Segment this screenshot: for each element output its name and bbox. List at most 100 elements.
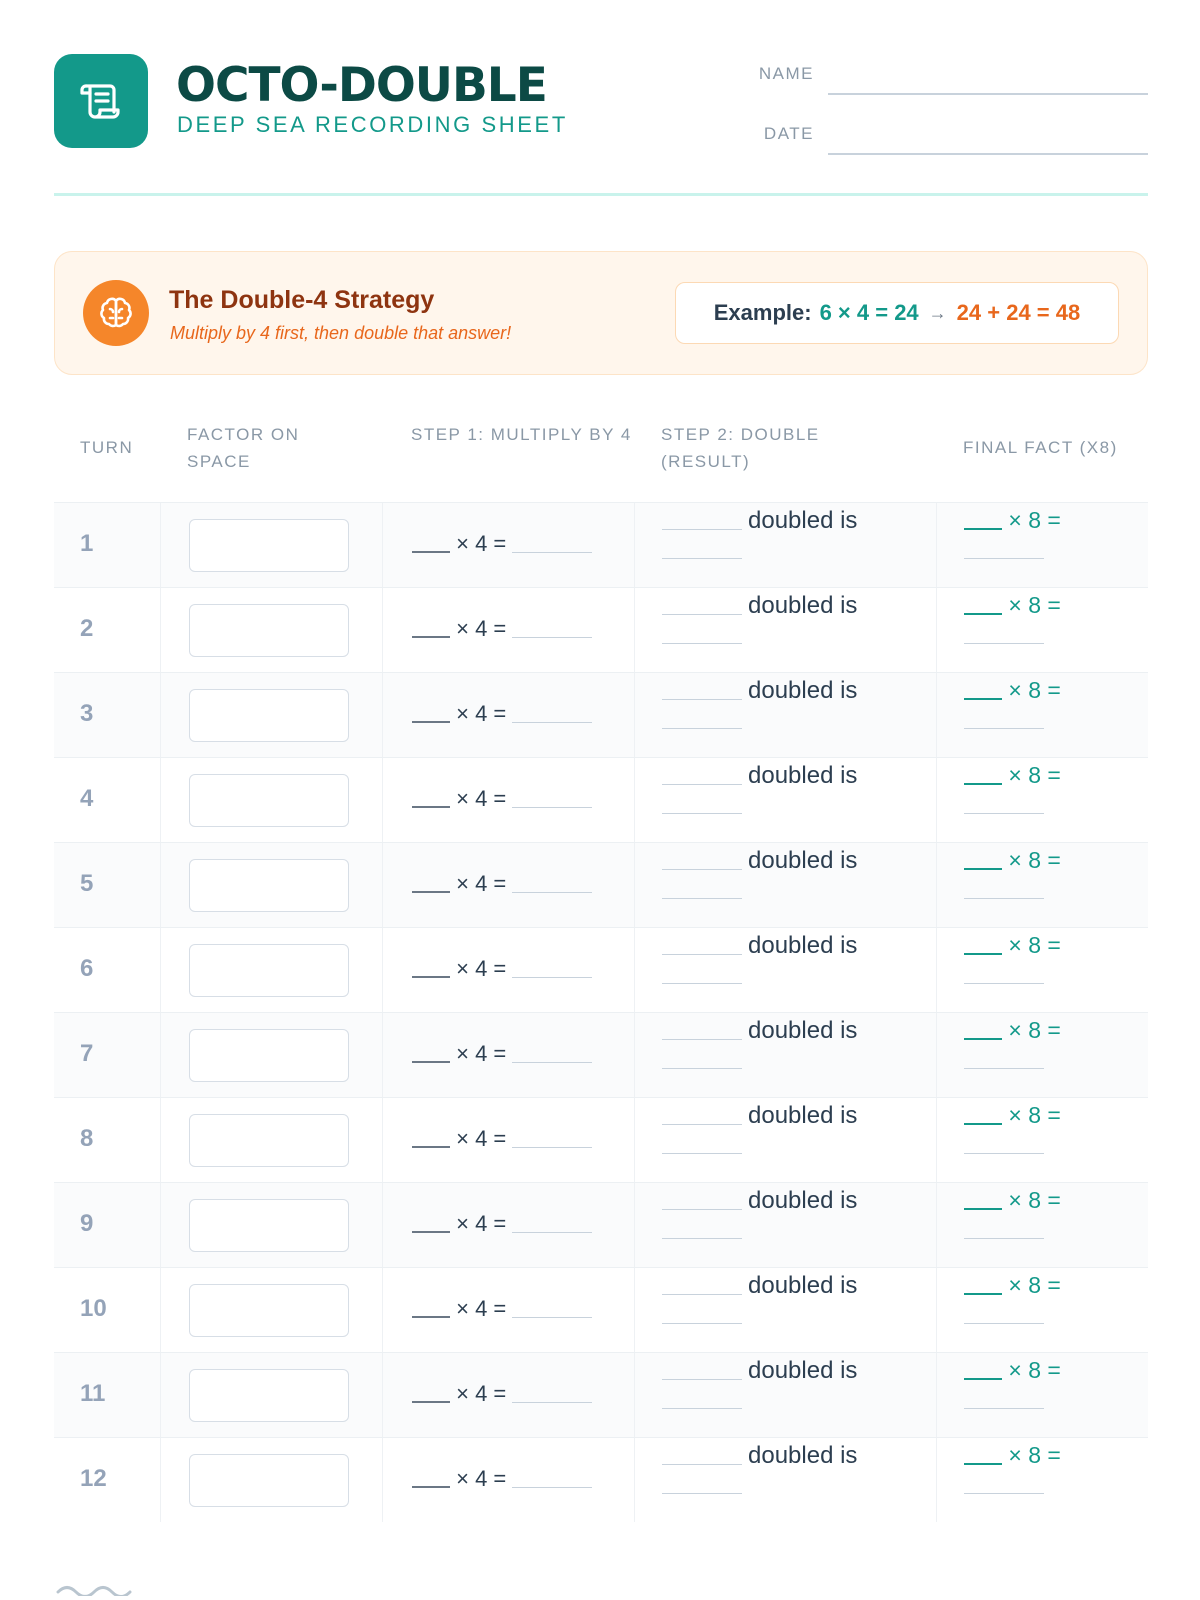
final-factor-blank[interactable] bbox=[964, 1463, 1002, 1465]
final-factor-blank[interactable] bbox=[964, 1123, 1002, 1125]
factor-input[interactable] bbox=[189, 944, 349, 997]
name-field[interactable]: NAME bbox=[754, 54, 1148, 95]
factor-input[interactable] bbox=[189, 604, 349, 657]
final-equation: × 8 = bbox=[964, 762, 1061, 789]
final-factor-blank[interactable] bbox=[964, 1208, 1002, 1210]
step2-result-blank[interactable] bbox=[662, 1493, 742, 1494]
factor-input[interactable] bbox=[189, 774, 349, 827]
final-factor-blank[interactable] bbox=[964, 868, 1002, 870]
step1-factor-blank[interactable] bbox=[412, 891, 450, 893]
factor-input[interactable] bbox=[189, 519, 349, 572]
step1-equation: × 4 = bbox=[412, 1041, 593, 1067]
step2-value-blank[interactable] bbox=[662, 528, 742, 530]
step1-text: × 4 = bbox=[456, 1296, 507, 1321]
step1-factor-blank[interactable] bbox=[412, 636, 450, 638]
step2-value-blank[interactable] bbox=[662, 783, 742, 785]
header: OCTO-DOUBLE DEEP SEA RECORDING SHEET NAM… bbox=[54, 54, 1148, 194]
final-factor-blank[interactable] bbox=[964, 1378, 1002, 1380]
step2-result-blank[interactable] bbox=[662, 1408, 742, 1409]
step1-factor-blank[interactable] bbox=[412, 806, 450, 808]
step2-value-blank[interactable] bbox=[662, 1293, 742, 1295]
column-divider bbox=[160, 1183, 161, 1267]
final-factor-blank[interactable] bbox=[964, 698, 1002, 700]
final-answer-blank[interactable] bbox=[964, 1153, 1044, 1154]
column-divider bbox=[382, 673, 383, 757]
step1-factor-blank[interactable] bbox=[412, 1316, 450, 1318]
step1-answer-blank[interactable] bbox=[512, 636, 593, 638]
step1-factor-blank[interactable] bbox=[412, 721, 450, 723]
step2-result-blank[interactable] bbox=[662, 1068, 742, 1069]
step2-value-blank[interactable] bbox=[662, 953, 742, 955]
final-factor-blank[interactable] bbox=[964, 613, 1002, 615]
step2-result-blank[interactable] bbox=[662, 813, 742, 814]
final-answer-blank[interactable] bbox=[964, 1238, 1044, 1239]
name-line[interactable] bbox=[828, 93, 1148, 95]
factor-input[interactable] bbox=[189, 1114, 349, 1167]
factor-input[interactable] bbox=[189, 859, 349, 912]
final-answer-blank[interactable] bbox=[964, 558, 1044, 559]
step1-factor-blank[interactable] bbox=[412, 1486, 450, 1488]
step2-result-blank[interactable] bbox=[662, 898, 742, 899]
table-body: 1 × 4 = doubled is × 8 = 2 × 4 = doubled … bbox=[54, 502, 1148, 1522]
final-text: × 8 = bbox=[1008, 1357, 1061, 1383]
final-answer-blank[interactable] bbox=[964, 1408, 1044, 1409]
step1-answer-blank[interactable] bbox=[512, 976, 593, 978]
step1-answer-blank[interactable] bbox=[512, 1316, 593, 1318]
step1-factor-blank[interactable] bbox=[412, 551, 450, 553]
column-divider bbox=[936, 1353, 937, 1437]
column-divider bbox=[382, 1353, 383, 1437]
step2-result-blank[interactable] bbox=[662, 558, 742, 559]
date-line[interactable] bbox=[828, 153, 1148, 155]
factor-input[interactable] bbox=[189, 689, 349, 742]
final-answer-blank[interactable] bbox=[964, 1068, 1044, 1069]
step2-value-blank[interactable] bbox=[662, 698, 742, 700]
step1-factor-blank[interactable] bbox=[412, 976, 450, 978]
final-answer-blank[interactable] bbox=[964, 898, 1044, 899]
step1-answer-blank[interactable] bbox=[512, 806, 593, 808]
step2-result-blank[interactable] bbox=[662, 1153, 742, 1154]
final-answer-blank[interactable] bbox=[964, 728, 1044, 729]
step2-result-blank[interactable] bbox=[662, 983, 742, 984]
step2-result-blank[interactable] bbox=[662, 1323, 742, 1324]
step1-answer-blank[interactable] bbox=[512, 1146, 593, 1148]
final-factor-blank[interactable] bbox=[964, 953, 1002, 955]
step2-value-blank[interactable] bbox=[662, 1123, 742, 1125]
step1-answer-blank[interactable] bbox=[512, 1061, 593, 1063]
turn-number: 12 bbox=[80, 1465, 107, 1492]
factor-input[interactable] bbox=[189, 1369, 349, 1422]
final-answer-blank[interactable] bbox=[964, 983, 1044, 984]
step2-value-blank[interactable] bbox=[662, 1378, 742, 1380]
step1-answer-blank[interactable] bbox=[512, 721, 593, 723]
final-answer-blank[interactable] bbox=[964, 1493, 1044, 1494]
factor-input[interactable] bbox=[189, 1199, 349, 1252]
step2-value-blank[interactable] bbox=[662, 1463, 742, 1465]
step2-value-blank[interactable] bbox=[662, 868, 742, 870]
step1-factor-blank[interactable] bbox=[412, 1146, 450, 1148]
step1-answer-blank[interactable] bbox=[512, 551, 593, 553]
factor-input[interactable] bbox=[189, 1284, 349, 1337]
step2-result-blank[interactable] bbox=[662, 643, 742, 644]
step2-value-blank[interactable] bbox=[662, 613, 742, 615]
final-answer-blank[interactable] bbox=[964, 1323, 1044, 1324]
step1-factor-blank[interactable] bbox=[412, 1401, 450, 1403]
step2-result-blank[interactable] bbox=[662, 728, 742, 729]
step1-factor-blank[interactable] bbox=[412, 1061, 450, 1063]
step1-answer-blank[interactable] bbox=[512, 1231, 593, 1233]
step1-answer-blank[interactable] bbox=[512, 1401, 593, 1403]
date-field[interactable]: DATE bbox=[754, 114, 1148, 155]
final-answer-blank[interactable] bbox=[964, 643, 1044, 644]
final-factor-blank[interactable] bbox=[964, 528, 1002, 530]
step2-value-blank[interactable] bbox=[662, 1038, 742, 1040]
final-factor-blank[interactable] bbox=[964, 783, 1002, 785]
step1-answer-blank[interactable] bbox=[512, 891, 593, 893]
step1-answer-blank[interactable] bbox=[512, 1486, 593, 1488]
final-factor-blank[interactable] bbox=[964, 1038, 1002, 1040]
step2-result-blank[interactable] bbox=[662, 1238, 742, 1239]
factor-input[interactable] bbox=[189, 1029, 349, 1082]
final-factor-blank[interactable] bbox=[964, 1293, 1002, 1295]
factor-input[interactable] bbox=[189, 1454, 349, 1507]
final-answer-blank[interactable] bbox=[964, 813, 1044, 814]
step1-text: × 4 = bbox=[456, 531, 507, 556]
step2-value-blank[interactable] bbox=[662, 1208, 742, 1210]
step1-factor-blank[interactable] bbox=[412, 1231, 450, 1233]
